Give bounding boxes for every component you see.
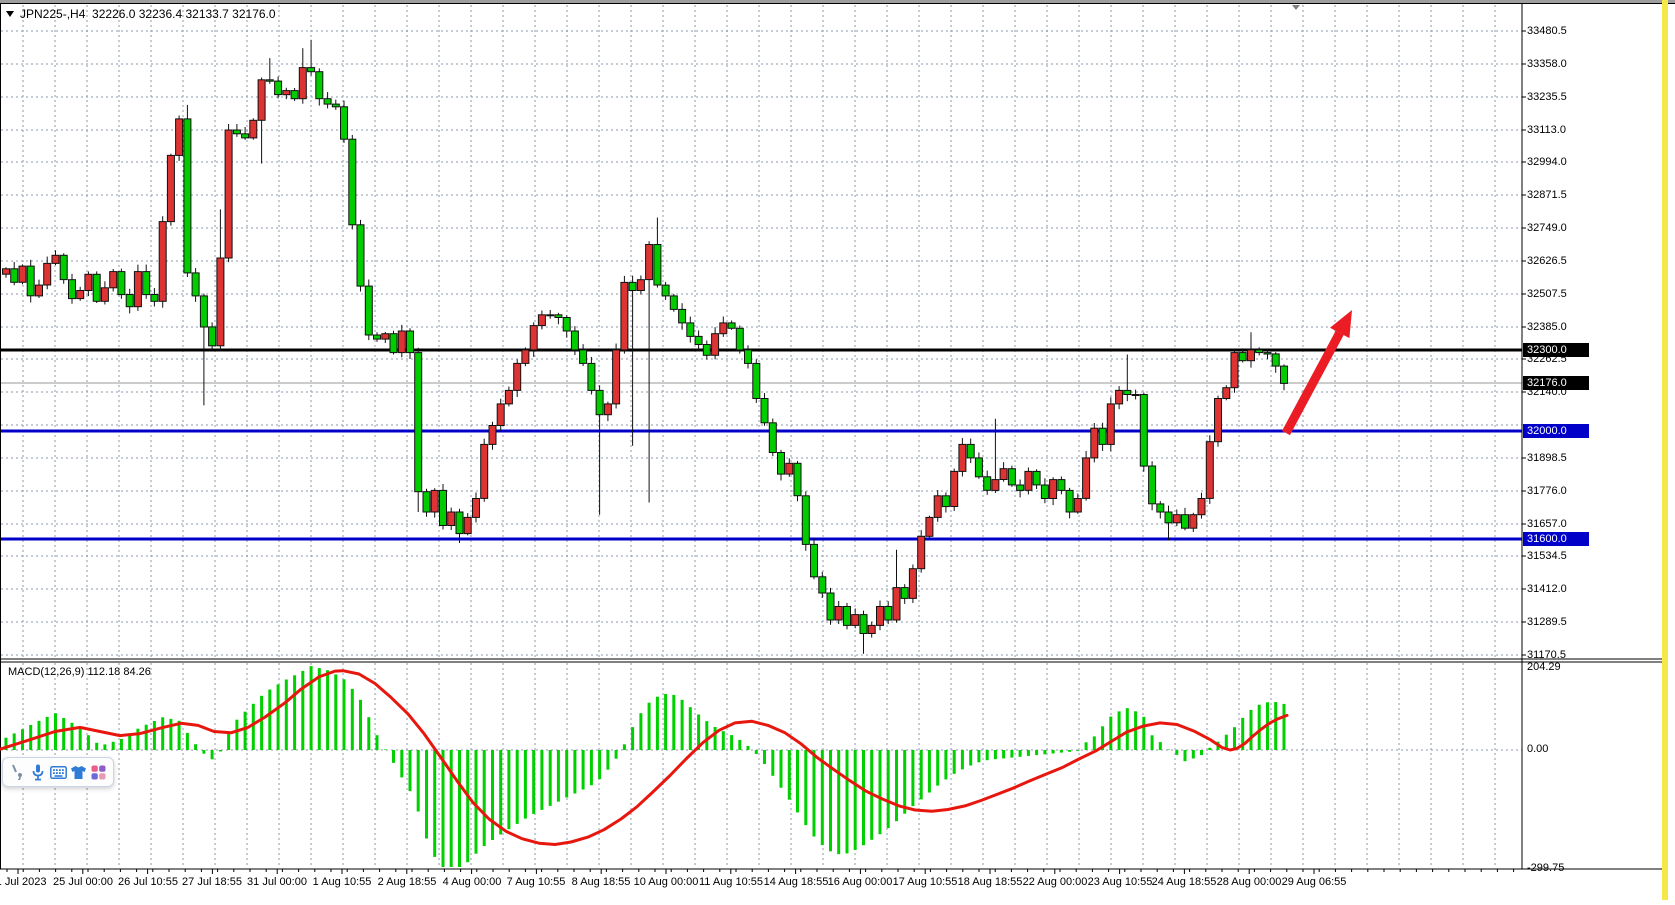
price-axis-label: 32626.5 [1527,255,1567,267]
price-axis-label: 33235.5 [1527,91,1567,103]
color-grid-icon[interactable] [89,763,107,781]
tshirt-icon[interactable] [69,763,87,781]
time-axis-label: 24 Aug 18:55 [1152,876,1217,888]
price-axis-label: 33480.5 [1527,25,1567,37]
symbol-ohlc-text: JPN225-,H4 32226.0 32236.4 32133.7 32176… [20,7,276,21]
price-axis-label: 31534.5 [1527,550,1567,562]
price-axis-label: 31412.0 [1527,583,1567,595]
pen-fragment-icon[interactable] [9,763,27,781]
time-axis-label: 11 Aug 10:55 [699,876,763,888]
time-axis-label: 14 Aug 18:55 [764,876,829,888]
microphone-icon[interactable] [29,763,47,781]
macd-scale-top: 204.29 [1527,661,1561,673]
time-axis-label: 26 Jul 10:55 [118,876,178,888]
time-axis-label: 25 Jul 00:00 [53,876,113,888]
price-axis-label: 32385.0 [1527,321,1567,333]
chart-svg[interactable] [0,0,1675,900]
chart-window: JPN225-,H4 32226.0 32236.4 32133.7 32176… [0,0,1675,900]
time-axis-label: 27 Jul 18:55 [182,876,242,888]
time-axis-label: 4 Aug 00:00 [443,876,502,888]
price-level-badge: 32176.0 [1523,376,1589,390]
macd-scale-bottom: -299.75 [1527,862,1564,874]
time-axis-label: 2 Aug 18:55 [378,876,437,888]
price-level-badge: 32300.0 [1523,343,1589,357]
time-axis-label: 28 Aug 00:00 [1217,876,1282,888]
price-axis-label: 31289.5 [1527,616,1567,628]
chart-shift-marker-icon[interactable] [1292,5,1300,10]
time-axis-label: 1 Aug 10:55 [313,876,372,888]
time-axis-label: 16 Aug 00:00 [828,876,893,888]
price-axis-label: 31776.0 [1527,485,1567,497]
price-axis-label: 32871.5 [1527,189,1567,201]
time-axis-label: 18 Aug 18:55 [958,876,1023,888]
price-level-badge: 32000.0 [1523,424,1589,438]
price-axis-label: 32507.5 [1527,288,1567,300]
right-edge-highlight [1662,0,1668,900]
symbol-dropdown-caret-icon[interactable] [6,11,14,17]
price-axis-label: 32749.0 [1527,222,1567,234]
time-axis-label: 31 Jul 00:00 [247,876,307,888]
price-axis-label: 32994.0 [1527,156,1567,168]
price-axis-label: 31170.5 [1527,649,1566,661]
price-axis-label: 31898.5 [1527,452,1567,464]
keyboard-icon[interactable] [49,763,67,781]
macd-indicator-label: MACD(12,26,9) 112.18 84.26 [8,666,151,678]
price-level-badge: 31600.0 [1523,532,1589,546]
time-axis-label: 10 Aug 00:00 [634,876,699,888]
time-axis-label: 29 Aug 06:55 [1282,876,1347,888]
input-overlay-toolbar [2,757,114,787]
time-axis-label: 22 Aug 00:00 [1023,876,1088,888]
price-axis-label: 31657.0 [1527,518,1567,530]
symbol-title: JPN225-,H4 32226.0 32236.4 32133.7 32176… [6,7,276,21]
chart-canvas[interactable] [0,0,1675,900]
time-axis-label: 23 Aug 10:55 [1088,876,1153,888]
time-axis-label: 7 Aug 10:55 [507,876,566,888]
time-axis-label: 21 Jul 2023 [0,876,46,888]
price-axis-label: 33358.0 [1527,58,1567,70]
price-axis-label: 33113.0 [1527,124,1566,136]
time-axis-label: 17 Aug 10:55 [893,876,958,888]
time-axis-label: 8 Aug 18:55 [572,876,631,888]
macd-scale-zero: 0.00 [1527,743,1548,755]
